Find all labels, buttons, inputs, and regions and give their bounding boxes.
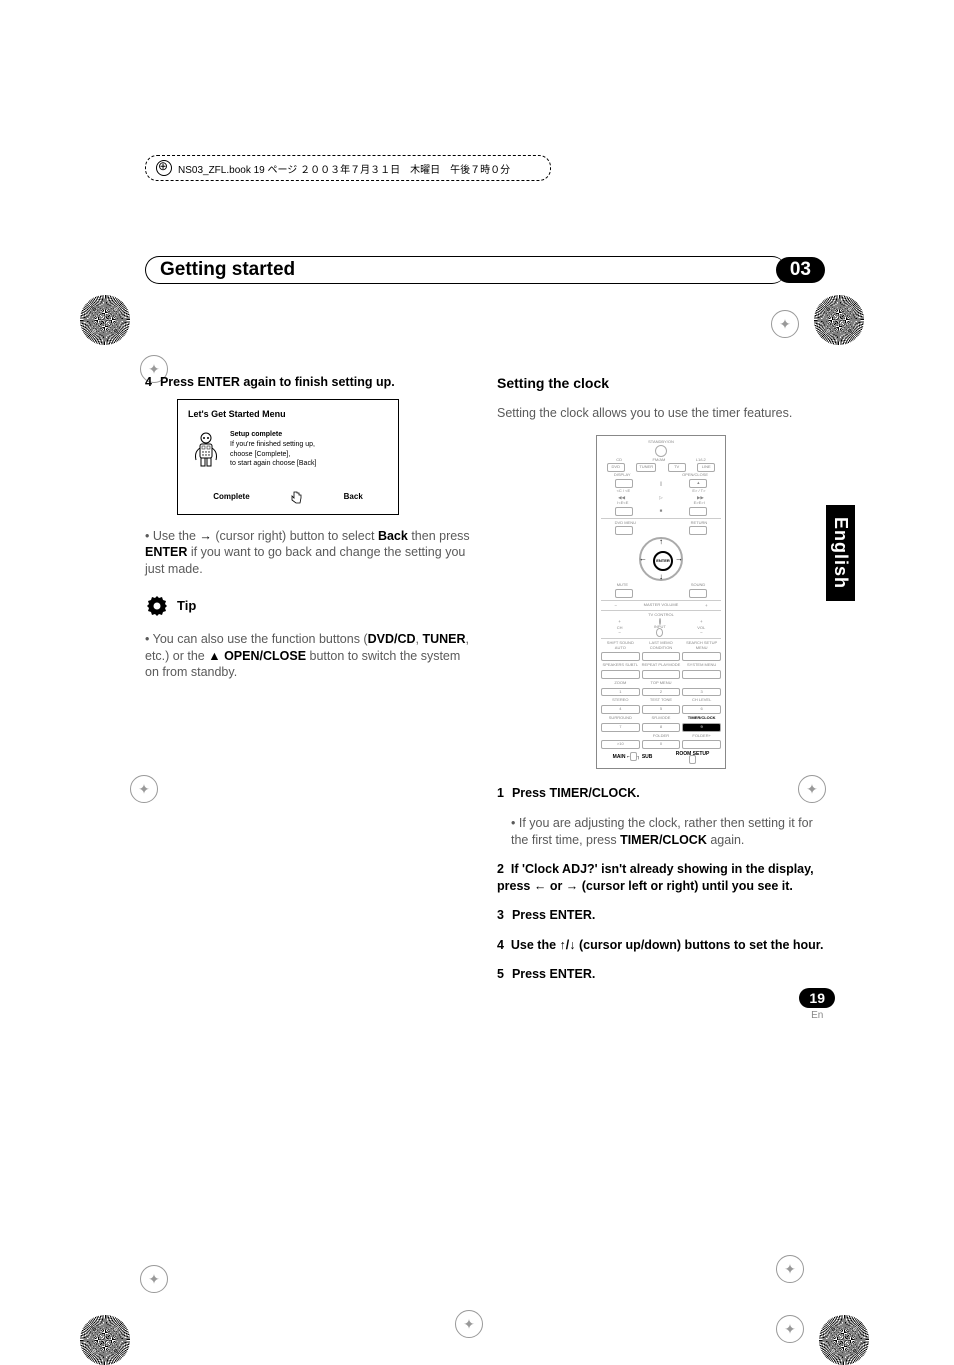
file-meta-text: NS03_ZFL.book 19 ページ ２００３年７月３１日 木曜日 午後７時… [178,161,510,176]
robot-icon [188,430,224,480]
file-meta-bar: NS03_ZFL.book 19 ページ ２００３年７月３１日 木曜日 午後７時… [145,155,551,181]
step-4-number: 4 [145,374,152,391]
print-mark-br3 [776,1315,804,1343]
page-number-value: 19 [799,988,835,1008]
screenshot-title: Let's Get Started Menu [188,408,388,420]
chapter-header: Getting started 03 [145,256,825,284]
arrow-right-icon: → [675,554,683,564]
sc-line1: If you're finished setting up, [230,440,316,450]
tip-label: Tip [177,597,196,615]
step-3-number: 3 [497,907,504,924]
arrow-left-icon: ← [639,554,647,564]
step-1-number: 1 [497,785,504,802]
print-mark-br [819,1315,869,1365]
setting-clock-heading: Setting the clock [497,374,825,393]
hand-cursor-icon [290,490,304,504]
arrow-up-icon: ↑ [659,537,663,547]
step-5-number: 5 [497,966,504,983]
standby-icon [655,445,667,457]
remote-control-diagram: STANDBY/ON CD FM/AM L1/L2 DVD TUNER TV L… [596,435,726,769]
language-tab: English [826,505,855,601]
step-4-text: Press ENTER again to finish setting up. [160,374,395,391]
sc-line3: to start again choose [Back] [230,459,316,469]
step-5-text: Press ENTER. [512,966,595,983]
print-mark-bl2 [140,1265,168,1293]
print-mark-bc [455,1310,483,1338]
right-column: Setting the clock Setting the clock allo… [497,374,825,991]
remote-dpad: ENTER ↑ ↓ ← → [639,537,683,581]
step-4b: 4 Use the ↑/↓ (cursor up/down) buttons t… [497,937,825,954]
sc-line2: choose [Complete], [230,450,316,460]
sc-complete-button: Complete [213,492,249,503]
arrow-down-icon: ↓ [659,572,663,582]
print-mark-tl [80,295,130,345]
enter-button: ENTER [653,551,673,571]
page-number: 19 En [799,988,835,1021]
left-column: 4 Press ENTER again to finish setting up… [145,374,473,991]
tip-header: Tip [145,594,473,618]
setup-complete-screenshot: Let's Get Started Menu [177,399,399,515]
print-mark-br2 [776,1255,804,1283]
chapter-number: 03 [776,257,825,283]
page-lang: En [799,1010,835,1021]
step-1-text: Press TIMER/CLOCK. [512,785,640,802]
step-1-bullet: • If you are adjusting the clock, rather… [511,815,825,849]
meta-icon [156,160,172,176]
tip-text: • You can also use the function buttons … [145,631,473,682]
setting-clock-intro: Setting the clock allows you to use the … [497,405,825,422]
step-2: 2 If 'Clock ADJ?' isn't already showing … [497,861,825,895]
gear-icon [145,594,169,618]
cursor-right-note: • Use the → (cursor right) button to sel… [145,528,473,579]
sc-setup-complete: Setup complete [230,430,316,440]
step-3-text: Press ENTER. [512,907,595,924]
sc-back-button: Back [344,492,363,503]
chapter-title: Getting started [145,256,786,284]
print-mark-bl [80,1315,130,1365]
